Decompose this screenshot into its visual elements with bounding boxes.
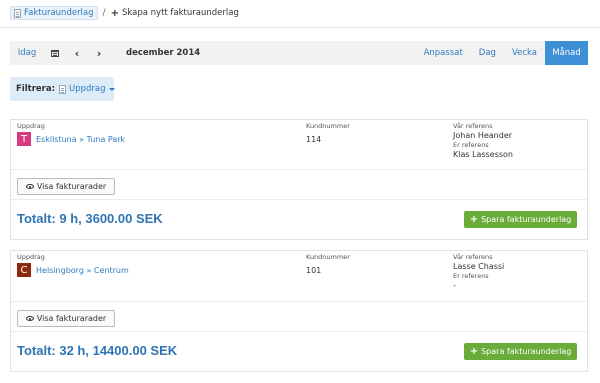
header-divider <box>0 27 600 28</box>
today-button[interactable]: Idag <box>10 41 44 65</box>
save-invoice-basis-button[interactable]: + Spara fakturaunderlag <box>464 211 577 228</box>
chevron-right-icon: › <box>96 46 102 60</box>
plus-icon: + <box>110 7 119 19</box>
invoice-card-footer: Totalt: 9 h, 3600.00 SEK + Spara faktura… <box>11 200 587 239</box>
view-month-button[interactable]: Månad <box>545 41 588 65</box>
breadcrumb: Fakturaunderlag / + Skapa nytt fakturaun… <box>10 5 239 21</box>
breadcrumb-current-label: Skapa nytt fakturaunderlag <box>121 8 239 18</box>
show-invoice-rows-button[interactable]: Visa fakturarader <box>17 310 115 327</box>
invoice-total: Totalt: 32 h, 14400.00 SEK <box>17 343 178 358</box>
caret-down-icon <box>108 87 115 91</box>
their-reference-label: Er referens <box>453 272 489 280</box>
invoice-card-footer: Totalt: 32 h, 14400.00 SEK + Spara faktu… <box>11 332 587 371</box>
invoice-card: Uppdrag T Eskilstuna » Tuna Park Kundnum… <box>10 119 588 240</box>
assignment-label: Uppdrag <box>17 253 45 261</box>
project-avatar: T <box>17 132 31 146</box>
save-invoice-basis-label: Spara fakturaunderlag <box>481 347 572 356</box>
filter-dropdown[interactable]: Uppdrag <box>58 84 115 94</box>
next-button[interactable]: › <box>88 41 110 65</box>
eye-icon <box>25 184 34 189</box>
breadcrumb-parent-label: Fakturaunderlag <box>24 8 94 18</box>
eye-icon <box>25 316 34 321</box>
show-invoice-rows-label: Visa fakturarader <box>36 182 107 191</box>
customer-number: 114 <box>306 135 322 144</box>
invoice-card: Uppdrag C Helsingborg » Centrum Kundnumm… <box>10 250 588 372</box>
their-reference-label: Er referens <box>453 141 489 149</box>
breadcrumb-current: + Skapa nytt fakturaunderlag <box>111 8 239 19</box>
show-invoice-rows-label: Visa fakturarader <box>36 314 107 323</box>
plus-icon: + <box>469 214 479 225</box>
view-week-button[interactable]: Vecka <box>504 41 545 65</box>
customer-number-label: Kundnummer <box>306 122 350 130</box>
calendar-picker-button[interactable] <box>44 41 66 65</box>
invoice-total: Totalt: 9 h, 3600.00 SEK <box>17 211 163 226</box>
project-link[interactable]: Eskilstuna » Tuna Park <box>36 135 125 144</box>
document-icon <box>58 84 66 94</box>
filter-bar: Filtrera: Uppdrag <box>10 77 115 101</box>
show-invoice-rows-button[interactable]: Visa fakturarader <box>17 178 115 195</box>
plus-icon: + <box>469 346 479 357</box>
our-reference: Johan Heander <box>453 131 513 140</box>
customer-number: 101 <box>306 266 322 275</box>
calendar-icon <box>51 49 59 57</box>
invoice-card-info: Uppdrag T Eskilstuna » Tuna Park Kundnum… <box>11 120 587 170</box>
project-link[interactable]: Helsingborg » Centrum <box>36 266 129 275</box>
their-reference: - <box>453 281 456 290</box>
our-reference: Lasse Chassi <box>453 262 505 271</box>
view-custom-button[interactable]: Anpassat <box>416 41 471 65</box>
project-avatar: C <box>17 263 31 277</box>
period-title: december 2014 <box>126 48 201 58</box>
invoice-card-actions: Visa fakturarader <box>11 170 587 200</box>
assignment-label: Uppdrag <box>17 122 45 130</box>
invoice-card-info: Uppdrag C Helsingborg » Centrum Kundnumm… <box>11 251 587 302</box>
save-invoice-basis-label: Spara fakturaunderlag <box>481 215 572 224</box>
calendar-toolbar: Idag ‹ › december 2014 Anpassat Dag Veck… <box>10 41 588 65</box>
our-reference-label: Vår referens <box>453 253 493 261</box>
document-icon <box>14 8 21 18</box>
save-invoice-basis-button[interactable]: + Spara fakturaunderlag <box>464 343 577 360</box>
view-day-button[interactable]: Dag <box>471 41 504 65</box>
their-reference: Klas Lassesson <box>453 150 513 159</box>
breadcrumb-separator: / <box>102 8 106 18</box>
breadcrumb-invoice-basis-link[interactable]: Fakturaunderlag <box>10 6 98 20</box>
customer-number-label: Kundnummer <box>306 253 350 261</box>
filter-dropdown-label: Uppdrag <box>68 84 106 94</box>
our-reference-label: Vår referens <box>453 122 493 130</box>
chevron-left-icon: ‹ <box>74 46 80 60</box>
filter-label: Filtrera: <box>16 84 55 94</box>
view-switcher: Anpassat Dag Vecka Månad <box>416 41 588 65</box>
previous-button[interactable]: ‹ <box>66 41 88 65</box>
invoice-card-actions: Visa fakturarader <box>11 302 587 332</box>
